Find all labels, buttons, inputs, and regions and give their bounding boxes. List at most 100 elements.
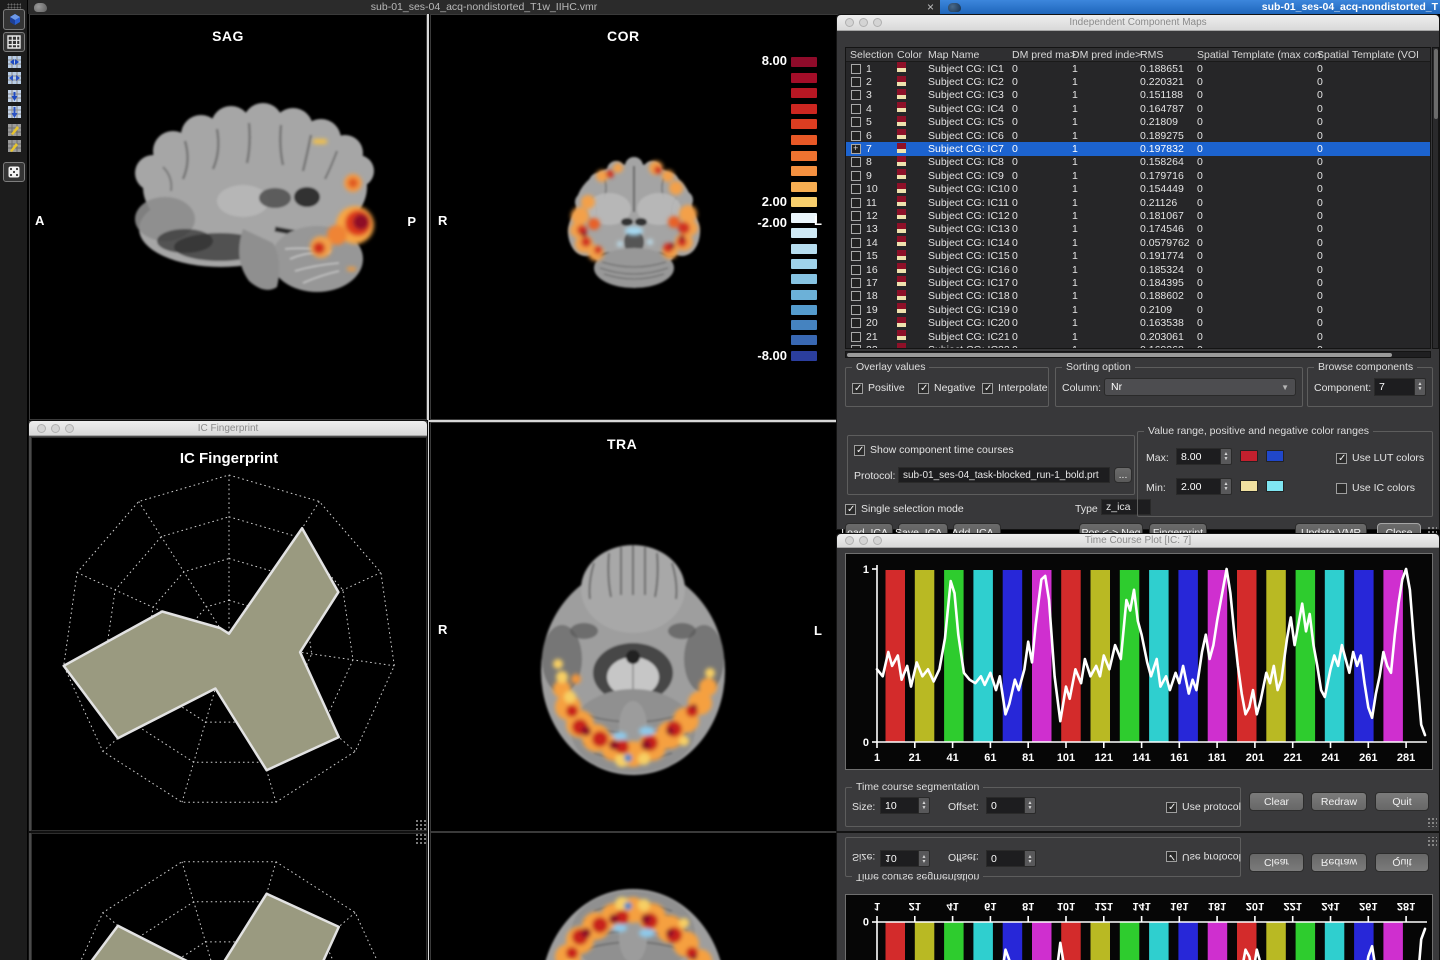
column-label: Column:	[1062, 382, 1101, 394]
component-row-20[interactable]: 20Subject CG: IC20010.16353800	[846, 316, 1430, 329]
col-dm-pred-index[interactable]: DM pred inde>	[1070, 49, 1138, 61]
redraw-button[interactable]: Redraw	[1311, 792, 1367, 811]
grid-view-icon[interactable]	[3, 32, 25, 52]
component-row-12[interactable]: 12Subject CG: IC12010.18106700	[846, 209, 1430, 222]
component-row-10[interactable]: 10Subject CG: IC10010.15444900	[846, 183, 1430, 196]
left-toolbar	[0, 832, 28, 960]
fingerprint-radar-chart	[32, 834, 426, 960]
min-stepper[interactable]: 2.00▲▼	[1176, 478, 1232, 495]
close-icon[interactable]: ×	[927, 0, 934, 14]
fingerprint-titlebar[interactable]: IC Fingerprint	[29, 421, 427, 436]
col-selection[interactable]: Selection	[846, 49, 895, 61]
segmentation-group: Time course segmentation Size: 10▲▼ Offs…	[845, 787, 1241, 827]
traffic-light-buttons[interactable]	[845, 536, 882, 545]
close-dot[interactable]	[845, 536, 854, 545]
component-row-16[interactable]: 16Subject CG: IC16010.18532400	[846, 263, 1430, 276]
negative-min-color-swatch[interactable]	[1266, 480, 1284, 492]
tra-right-letter: R	[438, 622, 447, 637]
component-row-13[interactable]: 13Subject CG: IC13010.17454600	[846, 223, 1430, 236]
component-row-3[interactable]: 3Subject CG: IC3010.15118800	[846, 89, 1430, 102]
positive-min-color-swatch[interactable]	[1240, 480, 1258, 492]
grid-arrow-down-icon[interactable]	[3, 88, 25, 103]
zoom-dot[interactable]	[65, 424, 74, 433]
traffic-light-buttons[interactable]	[845, 18, 882, 27]
grid-arrows-horizontal-icon[interactable]	[3, 54, 25, 69]
tcp-titlebar[interactable]: Time Course Plot [IC: 7]	[837, 534, 1439, 548]
component-row-5[interactable]: 5Subject CG: IC5010.2180900	[846, 116, 1430, 129]
icm-titlebar[interactable]: Independent Component Maps	[837, 15, 1439, 31]
negative-color-swatch[interactable]	[1266, 450, 1284, 462]
component-row-9[interactable]: 9Subject CG: IC9010.17971600	[846, 169, 1430, 182]
grid-pen-icon-2[interactable]	[3, 138, 25, 153]
sort-column-dropdown[interactable]: Nr▼	[1104, 378, 1296, 396]
colorbar-positive-swatch	[791, 57, 817, 67]
minimize-dot[interactable]	[51, 424, 60, 433]
quit-button[interactable]: Quit	[1375, 792, 1429, 811]
svg-text:141: 141	[1132, 900, 1150, 912]
active-document-titlebar[interactable]: sub-01_ses-04_acq-nondistorted_T	[940, 0, 1440, 14]
resize-grip[interactable]	[1427, 817, 1437, 827]
component-stepper[interactable]: 7▲▼	[1374, 378, 1426, 396]
cube-3d-icon[interactable]	[3, 9, 25, 30]
component-row-11[interactable]: 11Subject CG: IC11010.2112600	[846, 196, 1430, 209]
col-color[interactable]: Color	[895, 49, 926, 61]
component-row-19[interactable]: 19Subject CG: IC19010.210900	[846, 303, 1430, 316]
col-map-name[interactable]: Map Name	[926, 49, 1010, 61]
interpolate-checkbox[interactable]: Interpolate	[982, 382, 1048, 394]
col-rms[interactable]: RMS	[1138, 49, 1195, 61]
grid-arrows-horizontal-icon-2[interactable]	[3, 70, 25, 85]
component-row-7[interactable]: 7Subject CG: IC7010.19783200	[846, 142, 1430, 155]
zoom-dot[interactable]	[873, 18, 882, 27]
negative-checkbox[interactable]: Negative	[918, 382, 975, 394]
component-row-18[interactable]: 18Subject CG: IC18010.18860200	[846, 290, 1430, 303]
component-row-17[interactable]: 17Subject CG: IC17010.18439500	[846, 276, 1430, 289]
positive-checkbox[interactable]: Positive	[852, 382, 905, 394]
component-row-8[interactable]: 8Subject CG: IC8010.15826400	[846, 156, 1430, 169]
vmr-titlebar[interactable]: sub-01_ses-04_acq-nondistorted_T1w_IIHC.…	[28, 0, 940, 14]
table-horizontal-scrollbar[interactable]	[845, 351, 1431, 358]
icm-component-table[interactable]: Selection Color Map Name DM pred ma> DM …	[845, 47, 1431, 349]
sag-label: SAG	[30, 28, 426, 44]
single-selection-checkbox[interactable]: Single selection mode	[845, 503, 964, 515]
col-spatial-template-max[interactable]: Spatial Template (max corr	[1195, 49, 1315, 61]
grid-pen-icon[interactable]	[3, 122, 25, 137]
col-dm-pred-max[interactable]: DM pred ma>	[1010, 49, 1070, 61]
component-row-15[interactable]: 15Subject CG: IC15010.19177400	[846, 249, 1430, 262]
grid-arrow-down-icon-2[interactable]	[3, 104, 25, 119]
zoom-dot[interactable]	[873, 536, 882, 545]
component-row-14[interactable]: 14Subject CG: IC14010.057976200	[846, 236, 1430, 249]
max-stepper[interactable]: 8.00▲▼	[1176, 448, 1232, 465]
minimize-dot[interactable]	[859, 536, 868, 545]
close-dot[interactable]	[37, 424, 46, 433]
offset-label: Offset:	[948, 801, 979, 813]
component-row-1[interactable]: 1Subject CG: IC1010.18865100	[846, 62, 1430, 75]
component-row-22[interactable]: 22Subject CG: IC22010.16026800	[846, 343, 1430, 349]
close-dot[interactable]	[845, 18, 854, 27]
traffic-light-buttons[interactable]	[37, 424, 74, 433]
component-row-6[interactable]: 6Subject CG: IC6010.18927500	[846, 129, 1430, 142]
resize-grip[interactable]	[415, 819, 426, 830]
use-protocol-checkbox[interactable]: Use protocol	[1166, 801, 1241, 813]
svg-text:201: 201	[1246, 900, 1264, 912]
use-ic-colors-checkbox[interactable]: Use IC colors	[1336, 482, 1415, 494]
minimize-dot[interactable]	[859, 18, 868, 27]
protocol-field[interactable]: sub-01_ses-04_task-blocked_run-1_bold.pr…	[898, 467, 1110, 483]
component-row-21[interactable]: 21Subject CG: IC21010.20306100	[846, 330, 1430, 343]
dice-icon[interactable]	[3, 162, 25, 182]
show-component-timecourses-checkbox[interactable]: Show component time courses	[854, 444, 1014, 456]
svg-text:101: 101	[1057, 752, 1075, 764]
sag-pane[interactable]: SAG A P	[29, 14, 427, 420]
offset-stepper[interactable]: 0▲▼	[986, 797, 1036, 814]
table-vertical-scrollbar[interactable]	[1432, 47, 1439, 349]
component-row-4[interactable]: 4Subject CG: IC4010.16478700	[846, 102, 1430, 115]
protocol-browse-button[interactable]: ...	[1114, 467, 1132, 483]
screen: sub-01_ses-04_acq-nondistorted_T1w_IIHC.…	[0, 0, 1440, 960]
size-stepper[interactable]: 10▲▼	[880, 797, 930, 814]
col-spatial-template-voi[interactable]: Spatial Template (VOI	[1315, 49, 1430, 61]
active-document-title: sub-01_ses-04_acq-nondistorted_T	[1262, 1, 1438, 13]
icm-table-header[interactable]: Selection Color Map Name DM pred ma> DM …	[846, 48, 1430, 62]
positive-color-swatch[interactable]	[1240, 450, 1258, 462]
clear-button[interactable]: Clear	[1249, 792, 1304, 811]
component-row-2[interactable]: 2Subject CG: IC2010.22032100	[846, 75, 1430, 88]
use-lut-colors-checkbox[interactable]: Use LUT colors	[1336, 452, 1424, 464]
